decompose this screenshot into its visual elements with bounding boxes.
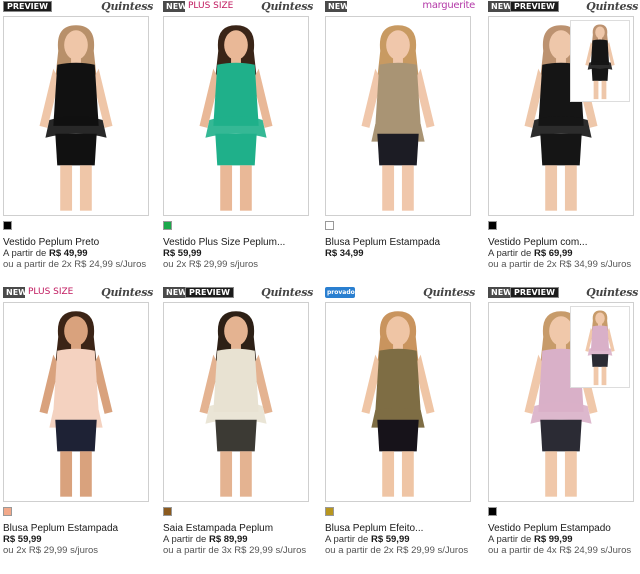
brand-logo: Quintess (101, 286, 153, 299)
new-badge: NEW (163, 287, 187, 298)
product-info: Blusa Peplum Estampada R$ 34,99 (325, 237, 475, 259)
product-badge-bar: NEW PREVIEW Quintess (488, 286, 638, 301)
product-image[interactable] (488, 16, 634, 216)
product-info: Vestido Peplum Preto A partir de R$ 49,99… (3, 237, 153, 270)
product-badge-bar: PREVIEW Quintess (3, 0, 153, 15)
product-badge-bar: NEW marguerite (325, 0, 475, 15)
product-image[interactable] (3, 16, 149, 216)
installments-text: ou 2x R$ 29,99 s/juros (163, 259, 259, 270)
plus-size-badge: PLUS SIZE (188, 1, 234, 11)
brand-logo: Quintess (261, 0, 313, 13)
product-image[interactable] (325, 302, 471, 502)
price-line: A partir de R$ 69,99 (488, 248, 638, 259)
price-prefix: A partir de (3, 248, 49, 259)
price-prefix: A partir de (488, 534, 534, 545)
product-name-link[interactable]: Blusa Peplum Estampada (3, 523, 153, 534)
product-price: R$ 59,99 (163, 248, 202, 259)
installments-text: ou a partir de 4x R$ 24,99 s/Juros (488, 545, 632, 556)
brand-logo: Quintess (101, 0, 153, 13)
product-card[interactable]: NEW PREVIEW Quintess Saia Estampada Peplum… (163, 286, 313, 556)
color-swatch[interactable] (488, 507, 497, 516)
product-info: Vestido Peplum com... A partir de R$ 69,9… (488, 237, 638, 270)
color-swatch[interactable] (325, 507, 334, 516)
brand-logo: marguerite (422, 0, 475, 11)
plus-size-badge: PLUS SIZE (28, 287, 74, 297)
product-badge-bar: NEW PLUS SIZE Quintess (3, 286, 153, 301)
preview-badge: PREVIEW (510, 287, 559, 298)
color-swatch[interactable] (325, 221, 334, 230)
new-badge: NEW (325, 1, 349, 12)
product-info: Blusa Peplum Efeito... A partir de R$ 59,… (325, 523, 475, 556)
price-line: R$ 34,99 (325, 248, 475, 259)
new-badge: NEW (488, 287, 512, 298)
product-name-link[interactable]: Vestido Peplum com... (488, 237, 638, 248)
color-swatch[interactable] (3, 221, 12, 230)
product-card[interactable]: NEW PLUS SIZE Quintess Vestido Plus Size P… (163, 0, 313, 270)
new-badge: NEW (488, 1, 512, 12)
product-name-link[interactable]: Blusa Peplum Estampada (325, 237, 475, 248)
product-price: R$ 69,99 (533, 248, 573, 259)
color-swatch[interactable] (163, 221, 172, 230)
product-card[interactable]: PREVIEW Quintess Vestido Peplum Preto A pa… (3, 0, 153, 270)
preview-badge: PREVIEW (3, 1, 52, 12)
color-swatch[interactable] (3, 507, 12, 516)
product-price: R$ 59,99 (3, 534, 42, 545)
brand-logo: Quintess (261, 286, 313, 299)
product-badge-bar: NEW PREVIEW Quintess (488, 0, 638, 15)
price-prefix: A partir de (325, 534, 371, 545)
product-card[interactable]: NEW PLUS SIZE Quintess Blusa Peplum Estamp… (3, 286, 153, 556)
product-image[interactable] (488, 302, 634, 502)
product-info: Saia Estampada Peplum A partir de R$ 89,9… (163, 523, 313, 556)
new-badge: NEW (163, 1, 187, 12)
color-swatch[interactable] (163, 507, 172, 516)
product-card[interactable]: NEW PREVIEW Quintess Vestido Peplum Estamp… (488, 286, 638, 556)
installments-text: ou a partir de 3x R$ 29,99 s/Juros (163, 545, 307, 556)
product-card[interactable]: NEW PREVIEW Quintess Vestido Peplum com...… (488, 0, 638, 270)
product-info: Vestido Plus Size Peplum... R$ 59,99 ou 2x… (163, 237, 313, 270)
product-name-link[interactable]: Vestido Peplum Preto (3, 237, 153, 248)
price-line: R$ 59,99 (163, 248, 313, 259)
price-prefix: A partir de (488, 248, 534, 259)
price-line: R$ 59,99 (3, 534, 153, 545)
product-price: R$ 89,99 (208, 534, 248, 545)
installments-text: ou a partir de 2x R$ 24,99 s/Juros (3, 259, 147, 270)
brand-logo: Quintess (586, 286, 638, 299)
installments-text: ou 2x R$ 29,99 s/juros (3, 545, 99, 556)
virtual-fitting-badge: provador virtual (325, 287, 358, 307)
price-prefix: A partir de (163, 534, 209, 545)
installments-text: ou a partir de 2x R$ 34,99 s/Juros (488, 259, 632, 270)
preview-badge: PREVIEW (185, 287, 234, 298)
product-info: Vestido Peplum Estampado A partir de R$ 9… (488, 523, 638, 556)
product-badge-bar: provador virtual Quintess (325, 286, 475, 307)
product-back-view-thumbnail[interactable] (570, 20, 630, 102)
product-name-link[interactable]: Saia Estampada Peplum (163, 523, 313, 534)
product-image[interactable] (163, 16, 309, 216)
product-card[interactable]: provador virtual Quintess Blusa Peplum Ef… (325, 286, 475, 556)
brand-logo: Quintess (586, 0, 638, 13)
product-price: R$ 49,99 (48, 248, 88, 259)
product-image[interactable] (163, 302, 309, 502)
brand-logo: Quintess (423, 286, 475, 299)
product-name-link[interactable]: Vestido Peplum Estampado (488, 523, 638, 534)
price-line: A partir de R$ 89,99 (163, 534, 313, 545)
product-name-link[interactable]: Vestido Plus Size Peplum... (163, 237, 313, 248)
price-line: A partir de R$ 49,99 (3, 248, 153, 259)
new-badge: NEW (3, 287, 27, 298)
product-back-view-thumbnail[interactable] (570, 306, 630, 388)
product-image[interactable] (325, 16, 471, 216)
product-info: Blusa Peplum Estampada R$ 59,99 ou 2x R$ 2… (3, 523, 153, 556)
product-card[interactable]: NEW marguerite Blusa Peplum Estampada R$ 3… (325, 0, 475, 259)
product-price: R$ 59,99 (370, 534, 410, 545)
installments-text: ou a partir de 2x R$ 29,99 s/Juros (325, 545, 469, 556)
color-swatch[interactable] (488, 221, 497, 230)
product-badge-bar: NEW PREVIEW Quintess (163, 286, 313, 301)
price-line: A partir de R$ 59,99 (325, 534, 475, 545)
price-line: A partir de R$ 99,99 (488, 534, 638, 545)
product-price: R$ 34,99 (325, 248, 364, 259)
preview-badge: PREVIEW (510, 1, 559, 12)
product-badge-bar: NEW PLUS SIZE Quintess (163, 0, 313, 15)
product-image[interactable] (3, 302, 149, 502)
product-price: R$ 99,99 (533, 534, 573, 545)
product-name-link[interactable]: Blusa Peplum Efeito... (325, 523, 475, 534)
